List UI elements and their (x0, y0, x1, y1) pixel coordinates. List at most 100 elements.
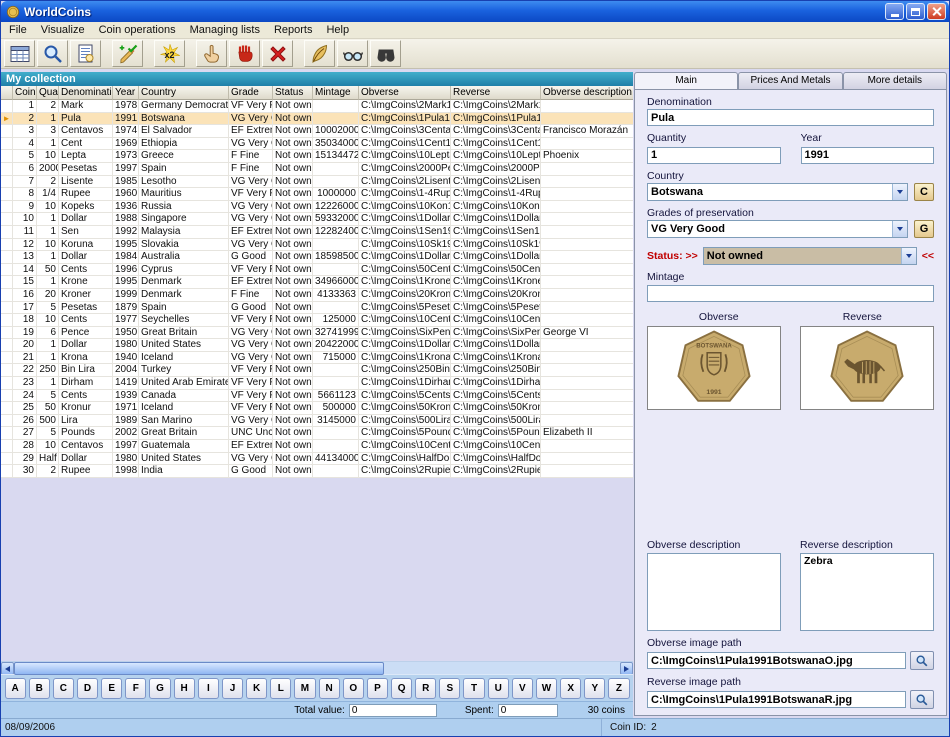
cell-status[interactable]: Not own (273, 150, 313, 163)
cell-grade[interactable]: UNC Uncir (229, 427, 273, 440)
cell-reverse[interactable]: C:\ImgCoins\3Centavos (451, 125, 541, 138)
cell-country[interactable]: Seychelles (139, 314, 229, 327)
cell-obverse-description[interactable] (541, 289, 633, 302)
obverse-image-browse-button[interactable] (910, 651, 934, 670)
spent-field[interactable] (498, 704, 558, 717)
cell-obverse[interactable]: C:\ImgCoins\500Lira198 (359, 415, 451, 428)
cell-reverse[interactable]: C:\ImgCoins\1Dollar198 (451, 213, 541, 226)
cell-obverse-description[interactable] (541, 226, 633, 239)
cell-obverse[interactable]: C:\ImgCoins\50Kronur1 (359, 402, 451, 415)
cell-coin[interactable]: 28 (13, 440, 37, 453)
cell-obverse[interactable]: C:\ImgCoins\50Cents19 (359, 264, 451, 277)
cell-grade[interactable]: VG Very G (229, 415, 273, 428)
cell-reverse[interactable]: C:\ImgCoins\10Lepta19 (451, 150, 541, 163)
cell-country[interactable]: El Salvador (139, 125, 229, 138)
cell-qua[interactable]: 50 (37, 402, 59, 415)
cell-obverse-description[interactable]: Elizabeth II (541, 427, 633, 440)
cell-denomination[interactable]: Pula (59, 113, 113, 126)
cell-obverse[interactable]: C:\ImgCoins\10Kon1936 (359, 201, 451, 214)
cell-denomination[interactable]: Lepta (59, 150, 113, 163)
cell-obverse-description[interactable] (541, 339, 633, 352)
cell-mintage[interactable]: 44134000 (313, 453, 359, 466)
cell-obverse-description[interactable] (541, 276, 633, 289)
cell-mintage[interactable] (313, 302, 359, 315)
cell-reverse[interactable]: C:\ImgCoins\5Cents193 (451, 390, 541, 403)
cell-obverse-description[interactable] (541, 213, 633, 226)
letter-button-u[interactable]: U (488, 678, 509, 699)
cell-obverse[interactable]: C:\ImgCoins\20Kroner1 (359, 289, 451, 302)
cell-year[interactable]: 1971 (113, 402, 139, 415)
table-row[interactable]: 131Dollar1984AustraliaG GoodNot own18598… (1, 251, 633, 264)
maximize-button[interactable] (906, 3, 925, 20)
cell-grade[interactable]: VF Very Fi (229, 377, 273, 390)
cell-denomination[interactable]: Sen (59, 226, 113, 239)
table-row[interactable]: 231Dirham1419United Arab EmiratesVF Very… (1, 377, 633, 390)
country-dropdown-button[interactable] (892, 184, 907, 200)
cell-coin[interactable]: 7 (13, 176, 37, 189)
cell-year[interactable]: 1969 (113, 138, 139, 151)
cell-denomination[interactable]: Pounds (59, 427, 113, 440)
cell-qua[interactable]: 5 (37, 427, 59, 440)
table-row[interactable]: 111Sen1992MalaysiaEF ExtremNot own122824… (1, 226, 633, 239)
cell-coin[interactable]: 4 (13, 138, 37, 151)
cell-obverse-description[interactable] (541, 176, 633, 189)
cell-country[interactable]: Russia (139, 201, 229, 214)
cell-mintage[interactable]: 1000000 (313, 188, 359, 201)
cell-year[interactable]: 1997 (113, 163, 139, 176)
cell-obverse-description[interactable] (541, 251, 633, 264)
cell-qua[interactable]: 20 (37, 289, 59, 302)
cell-year[interactable]: 1939 (113, 390, 139, 403)
letter-button-z[interactable]: Z (608, 678, 629, 699)
cell-mintage[interactable]: 4133363 (313, 289, 359, 302)
cell-denomination[interactable]: Pence (59, 327, 113, 340)
cell-year[interactable]: 1996 (113, 264, 139, 277)
cell-reverse[interactable]: C:\ImgCoins\1Dollar198 (451, 251, 541, 264)
cell-coin[interactable]: 9 (13, 201, 37, 214)
point-hand-button[interactable] (196, 40, 227, 67)
cell-grade[interactable]: VF Very Fi (229, 364, 273, 377)
cell-status[interactable]: Not own (273, 440, 313, 453)
cell-denomination[interactable]: Dollar (59, 453, 113, 466)
cell-country[interactable]: India (139, 465, 229, 478)
cell-year[interactable]: 1936 (113, 201, 139, 214)
letter-button-k[interactable]: K (246, 678, 267, 699)
cell-status[interactable]: Not own (273, 402, 313, 415)
cell-obverse[interactable]: C:\ImgCoins\SixPence1 (359, 327, 451, 340)
letter-button-l[interactable]: L (270, 678, 291, 699)
cell-status[interactable]: Not own (273, 327, 313, 340)
cell-year[interactable]: 1992 (113, 226, 139, 239)
cell-grade[interactable]: VG Very G (229, 352, 273, 365)
cell-denomination[interactable]: Kopeks (59, 201, 113, 214)
cell-mintage[interactable]: 5661123 (313, 390, 359, 403)
cell-grade[interactable]: F Fine (229, 163, 273, 176)
cell-year[interactable]: 1999 (113, 289, 139, 302)
cell-coin[interactable]: 29 (13, 453, 37, 466)
cell-grade[interactable]: EF Extrem (229, 276, 273, 289)
cell-mintage[interactable]: 500000 (313, 402, 359, 415)
column-header-mintage[interactable]: Mintage (313, 86, 359, 100)
cell-mintage[interactable] (313, 176, 359, 189)
cell-coin[interactable]: 16 (13, 289, 37, 302)
cell-country[interactable]: United States (139, 339, 229, 352)
cell-obverse-description[interactable] (541, 364, 633, 377)
column-header-country[interactable]: Country (139, 86, 229, 100)
table-row[interactable]: 302Rupee1998IndiaG GoodNot ownC:\ImgCoin… (1, 465, 633, 478)
cell-denomination[interactable]: Cents (59, 390, 113, 403)
cell-year[interactable]: 1974 (113, 125, 139, 138)
cell-country[interactable]: Germany Democratic R (139, 100, 229, 113)
cell-country[interactable]: Denmark (139, 289, 229, 302)
cell-grade[interactable]: VF Very Fi (229, 402, 273, 415)
table-row[interactable]: 62000Pesetas1997SpainF FineNot ownC:\Img… (1, 163, 633, 176)
cell-obverse[interactable]: C:\ImgCoins\2Lisente19 (359, 176, 451, 189)
cell-qua[interactable]: 2 (37, 100, 59, 113)
cell-mintage[interactable] (313, 440, 359, 453)
cell-country[interactable]: Cyprus (139, 264, 229, 277)
cell-denomination[interactable]: Dollar (59, 339, 113, 352)
cell-status[interactable]: Not own (273, 390, 313, 403)
cell-obverse-description[interactable] (541, 239, 633, 252)
cell-obverse[interactable]: C:\ImgCoins\1Pula1991 (359, 113, 451, 126)
cell-qua[interactable]: 10 (37, 239, 59, 252)
status-dropdown-button[interactable] (901, 248, 916, 264)
cell-qua[interactable]: 1 (37, 251, 59, 264)
cell-obverse[interactable]: C:\ImgCoins\10Cents19 (359, 314, 451, 327)
